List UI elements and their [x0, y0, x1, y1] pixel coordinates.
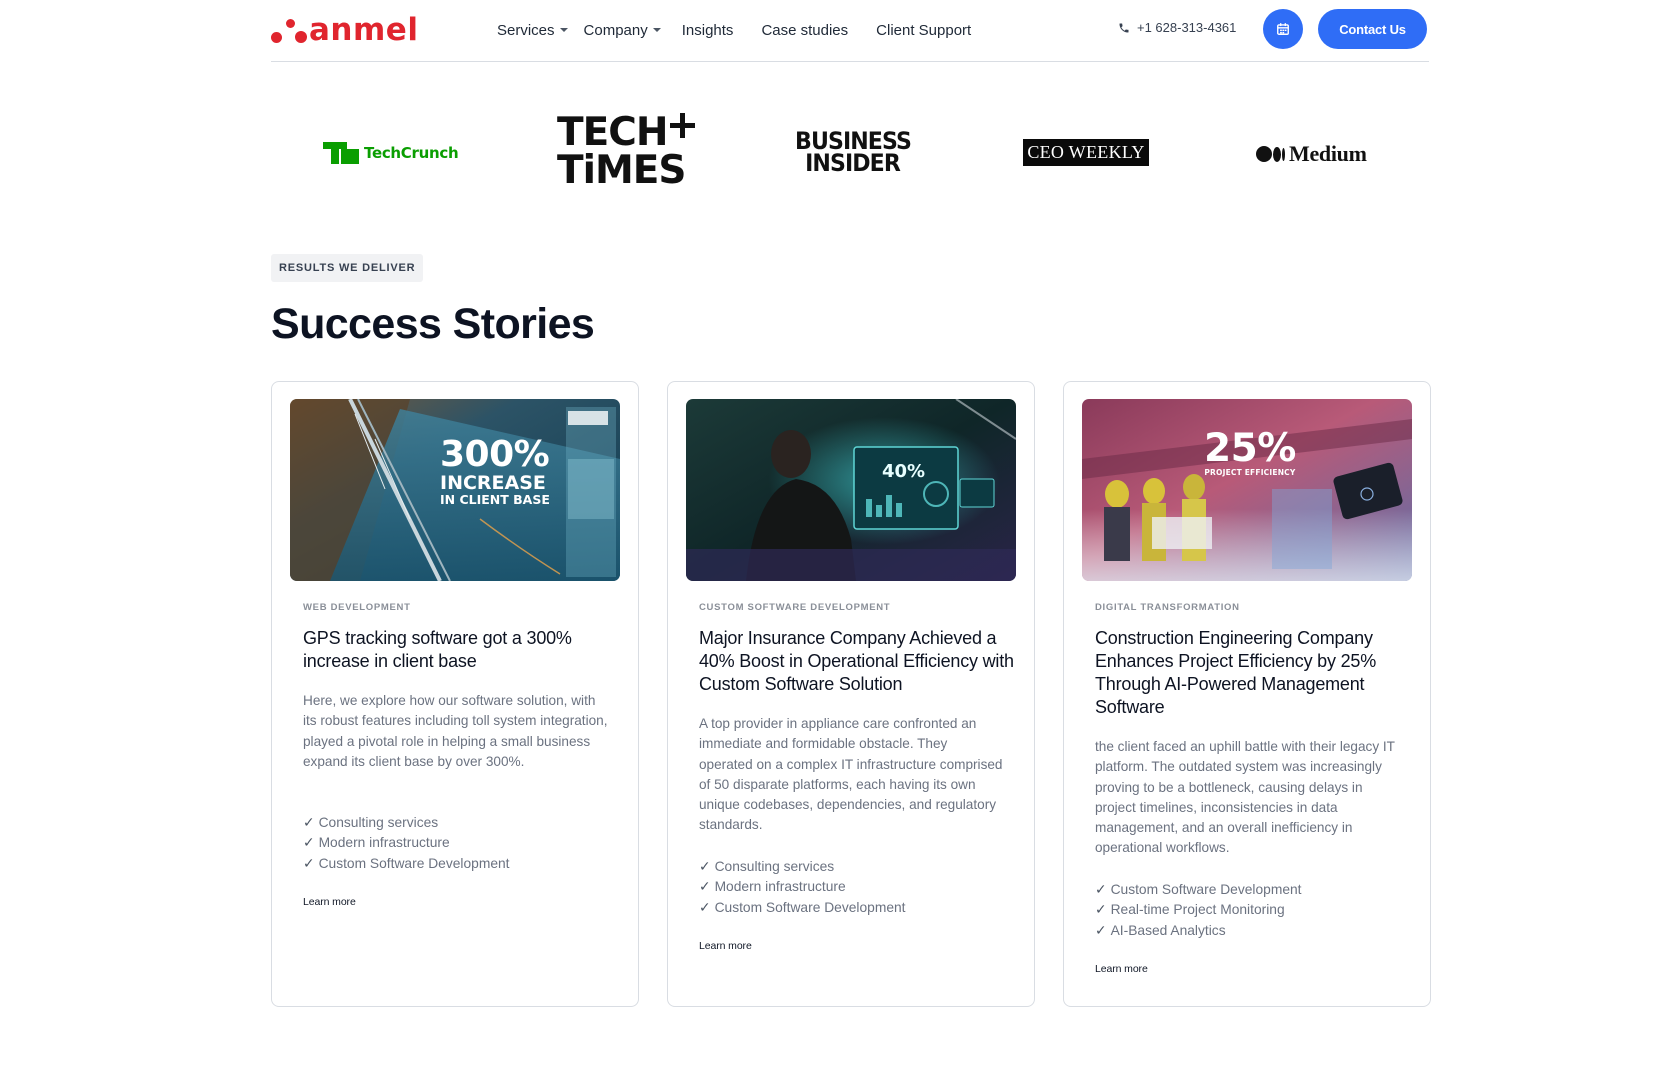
image-overlay-text: 300% INCREASE IN CLIENT BASE [440, 434, 550, 507]
nav-item-label: Case studies [761, 21, 849, 39]
calendar-button[interactable] [1263, 9, 1303, 49]
feature-item: ✓ AI-Based Analytics [1095, 922, 1226, 938]
phone-number: +1 628-313-4361 [1137, 20, 1237, 35]
techtimes-logo: TECH TiMES [557, 113, 695, 193]
card-category: DIGITAL TRANSFORMATION [1095, 602, 1240, 613]
card-description: the client faced an uphill battle with t… [1095, 739, 1395, 856]
brand-logo[interactable]: anmel [271, 12, 418, 48]
check-icon: ✓ [1095, 882, 1107, 897]
ceo-weekly-wordmark: CEO WEEKLY [1027, 142, 1145, 162]
case-study-card[interactable]: 40% CUSTOM SOFTWARE DEVELOPMENT Major In… [667, 381, 1035, 1007]
medium-logo: Medium [1256, 141, 1367, 167]
learn-more-link[interactable]: Learn more [1095, 963, 1148, 975]
feature-item: ✓ Consulting services [699, 859, 835, 874]
nav-item-services[interactable]: Services [497, 19, 568, 41]
feature-item: ✓ Consulting services [303, 815, 439, 830]
case-study-card[interactable]: 25% PROJECT EFFICIENCY DIGITAL TRANSFORM… [1063, 381, 1431, 1007]
check-icon: ✓ [303, 815, 315, 830]
card-title: Construction Engineering Company Enhance… [1095, 628, 1377, 717]
nav-item-case-studies[interactable]: Case studies [761, 19, 848, 41]
check-icon: ✓ [1095, 902, 1107, 918]
card-feature-list: ✓ Custom Software Development ✓ Real-time … [1095, 880, 1400, 941]
techcrunch-logo: TechCrunch [323, 142, 459, 164]
section-title: Success Stories [271, 300, 595, 348]
nav-item-client-support[interactable]: Client Support [876, 19, 971, 41]
business-insider-line-2: INSIDER [805, 149, 902, 177]
nav-item-label: Client Support [876, 21, 972, 39]
check-icon: ✓ [303, 855, 315, 871]
plus-icon [670, 113, 695, 138]
press-logos: TechCrunch TECH TiMES BUSINESS INSIDER C… [271, 110, 1429, 202]
card-description: A top provider in appliance care confron… [699, 716, 1003, 833]
check-icon: ✓ [1095, 922, 1107, 938]
techtimes-line-2: TiMES [557, 148, 687, 193]
contact-us-button[interactable]: Contact Us [1318, 9, 1427, 49]
learn-more-link[interactable]: Learn more [303, 896, 356, 908]
image-overlay-text: 25% PROJECT EFFICIENCY [1204, 426, 1296, 477]
medium-icon [1256, 146, 1285, 162]
learn-more-link[interactable]: Learn more [699, 940, 752, 952]
case-study-image: 40% [686, 399, 1016, 581]
case-study-image: 25% PROJECT EFFICIENCY [1082, 399, 1412, 581]
section-eyebrow: RESULTS WE DELIVER [271, 254, 424, 282]
nav-item-insights[interactable]: Insights [682, 19, 734, 41]
calendar-icon [1277, 23, 1289, 35]
main-nav: Services Company Insights Case studies C… [497, 19, 971, 41]
page: anmel Services Company Insights Case stu… [0, 0, 1679, 1068]
techcrunch-wordmark: TechCrunch [364, 144, 459, 162]
card-feature-list: ✓ Consulting services ✓ Modern infrastruct… [699, 857, 1004, 918]
phone-icon [1119, 23, 1129, 32]
feature-item: ✓ Modern infrastructure [303, 835, 450, 851]
feature-item: ✓ Custom Software Development [1095, 882, 1302, 897]
medium-wordmark: Medium [1289, 141, 1367, 166]
techtimes-line-1: TECH [557, 113, 695, 152]
techcrunch-icon [323, 142, 361, 164]
card-title: GPS tracking software got a 300% increas… [303, 628, 572, 671]
brand-name: anmel [309, 12, 419, 48]
check-icon: ✓ [303, 835, 315, 851]
nav-item-company[interactable]: Company [584, 19, 661, 41]
logo-dots-icon [271, 13, 309, 47]
card-title: Major Insurance Company Achieved a 40% B… [699, 628, 1014, 694]
chevron-down-icon [652, 28, 661, 32]
check-icon: ✓ [699, 859, 711, 874]
card-description: Here, we explore how our software soluti… [303, 693, 608, 769]
nav-item-label: Services [497, 21, 555, 39]
nav-item-label: Company [583, 21, 648, 39]
check-icon: ✓ [699, 879, 711, 895]
feature-item: ✓ Real-time Project Monitoring [1095, 902, 1285, 918]
phone-link[interactable]: +1 628-313-4361 [1118, 20, 1236, 35]
nav-item-label: Insights [681, 21, 734, 39]
ceo-weekly-logo: CEO WEEKLY [1023, 139, 1149, 166]
case-study-image: 300% INCREASE IN CLIENT BASE [290, 399, 620, 581]
feature-item: ✓ Custom Software Development [699, 899, 906, 915]
card-feature-list: ✓ Consulting services ✓ Modern infrastruct… [303, 813, 608, 874]
chevron-down-icon [559, 28, 568, 32]
feature-item: ✓ Modern infrastructure [699, 879, 846, 895]
image-overlay-text: 40% [882, 461, 926, 482]
check-icon: ✓ [699, 899, 711, 915]
feature-item: ✓ Custom Software Development [303, 855, 510, 871]
business-insider-logo: BUSINESS INSIDER [790, 129, 916, 177]
case-study-card[interactable]: 300% INCREASE IN CLIENT BASE WEB DEVELOP… [271, 381, 639, 1007]
card-category: WEB DEVELOPMENT [303, 602, 411, 613]
site-header: anmel Services Company Insights Case stu… [271, 0, 1429, 62]
card-category: CUSTOM SOFTWARE DEVELOPMENT [699, 602, 891, 613]
